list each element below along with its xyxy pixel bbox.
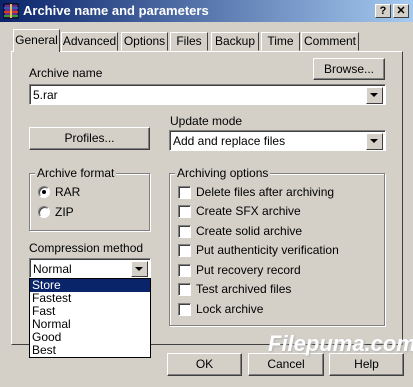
update-mode-label: Update mode [170,114,243,128]
tab-backup[interactable]: Backup [211,32,259,51]
radio-rar-label[interactable]: RAR [55,185,80,199]
chevron-down-icon[interactable] [366,87,383,104]
tab-comment[interactable]: Comment [301,32,359,51]
archive-name-label: Archive name [29,66,103,80]
checkbox-authenticity[interactable] [178,244,191,257]
radio-rar[interactable] [38,186,50,198]
checkbox-test-archived-label[interactable]: Test archived files [196,282,291,296]
compression-method-value: Normal [33,262,72,276]
chevron-down-icon[interactable] [131,261,148,277]
radio-zip[interactable] [38,206,50,218]
compression-option-best[interactable]: Best [30,344,150,357]
checkbox-authenticity-label[interactable]: Put authenticity verification [196,243,339,257]
checkbox-recovery-record-label[interactable]: Put recovery record [196,263,301,277]
checkbox-create-solid[interactable] [178,225,191,238]
checkbox-lock-archive[interactable] [178,303,191,316]
checkbox-lock-archive-label[interactable]: Lock archive [196,302,263,316]
radio-zip-label[interactable]: ZIP [55,205,74,219]
compression-method-list[interactable]: Store Fastest Fast Normal Good Best [29,278,151,358]
update-mode-value: Add and replace files [173,134,286,148]
archive-format-group [29,173,150,231]
compression-method-label: Compression method [29,241,144,255]
compression-method-dropdown[interactable]: Normal [29,258,151,278]
checkbox-delete-files[interactable] [178,186,191,199]
tab-options[interactable]: Options [121,32,168,51]
title-bar[interactable]: Archive name and parameters ? ✕ [0,0,413,22]
winrar-app-icon [3,3,19,19]
window-title: Archive name and parameters [23,3,209,18]
close-button[interactable]: ✕ [393,4,409,18]
profiles-button[interactable]: Profiles... [29,127,150,150]
checkbox-test-archived[interactable] [178,283,191,296]
checkbox-create-sfx[interactable] [178,205,191,218]
chevron-down-icon[interactable] [366,133,383,150]
tab-general[interactable]: General [13,29,60,52]
checkbox-create-solid-label[interactable]: Create solid archive [196,224,302,238]
watermark: Filepuma.com [268,331,413,356]
archive-format-title: Archive format [35,166,117,180]
browse-button[interactable]: Browse... [313,58,385,80]
tab-files[interactable]: Files [170,32,208,51]
archive-name-value: 5.rar [33,88,58,102]
checkbox-recovery-record[interactable] [178,264,191,277]
ok-button[interactable]: OK [167,353,242,376]
checkbox-create-sfx-label[interactable]: Create SFX archive [196,204,301,218]
archive-name-combobox[interactable]: 5.rar [29,84,386,105]
tab-time[interactable]: Time [261,32,300,51]
checkbox-delete-files-label[interactable]: Delete files after archiving [196,185,334,199]
tab-advanced[interactable]: Advanced [61,32,118,51]
help-caption-button[interactable]: ? [375,4,391,18]
archiving-options-title: Archiving options [175,166,271,180]
update-mode-dropdown[interactable]: Add and replace files [169,130,386,151]
